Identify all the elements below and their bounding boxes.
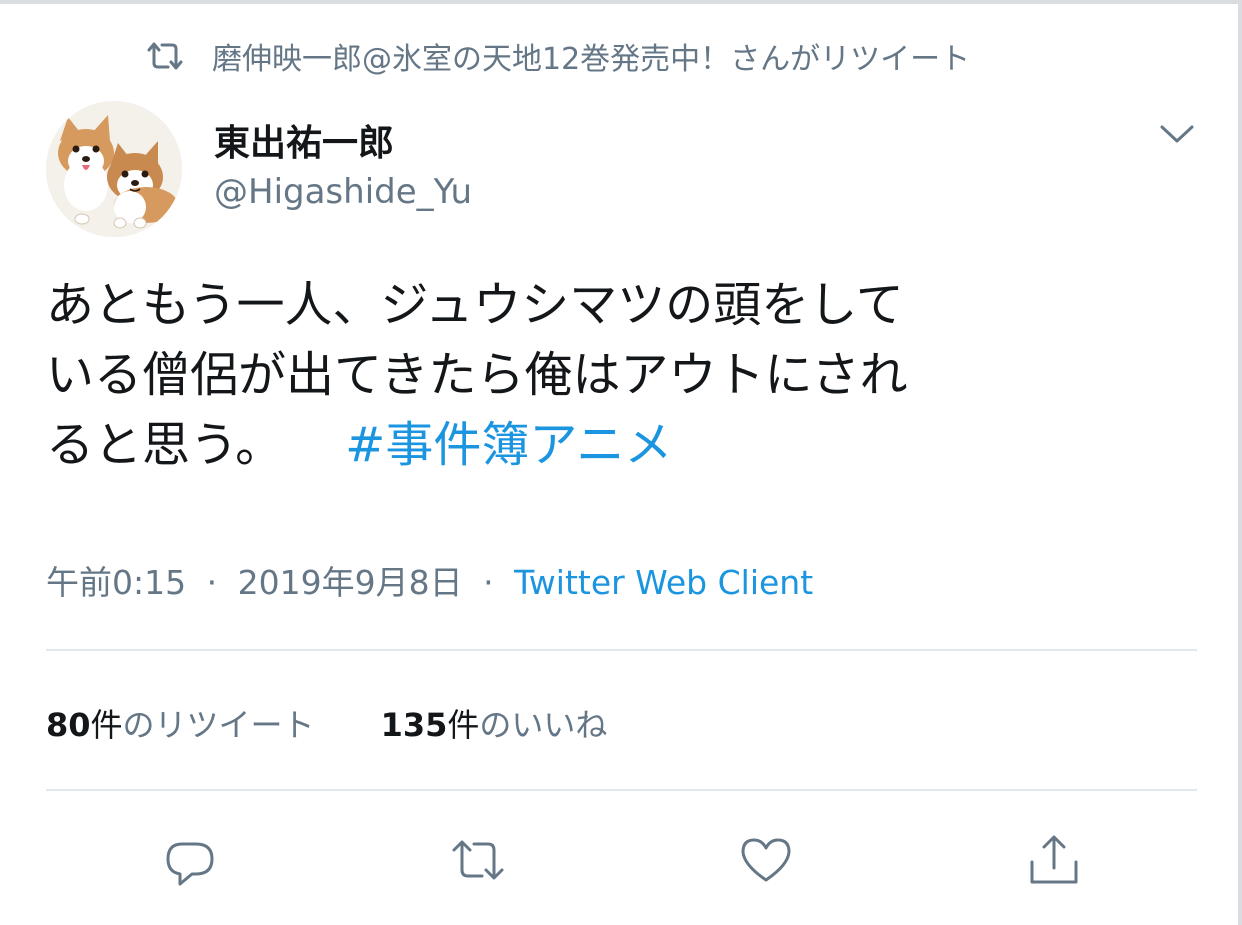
share-button[interactable] (1026, 832, 1082, 888)
like-button[interactable] (738, 832, 794, 888)
tweet-text-line: あともう一人、ジュウシマツの頭をして (46, 277, 904, 333)
meta-separator: · (483, 563, 494, 602)
tweet-text-line-tail: ると思う。 (46, 417, 284, 473)
like-count-link[interactable]: 135 件のいいね (381, 700, 608, 746)
tweet-date: 2019年9月8日 (237, 563, 463, 602)
retweet-icon (146, 41, 184, 71)
avatar-corgi-dogs-image (46, 101, 182, 237)
tweet-text: あともう一人、ジュウシマツの頭をして いる僧侶が出てきたら俺はアウトにされ ると… (46, 270, 1206, 480)
retweet-context-text: 磨伸映一郎@氷室の天地12巻発売中！さんがリツイート (212, 42, 971, 77)
reply-button[interactable] (162, 832, 218, 888)
hashtag-link[interactable]: #事件簿アニメ (345, 417, 672, 473)
reply-icon (166, 842, 214, 886)
tweet-text-line: いる僧侶が出てきたら俺はアウトにされ (46, 347, 908, 403)
divider (46, 789, 1197, 791)
tweet-stats: 80 件のリツイート 135 件のいいね (46, 700, 607, 746)
tweet-meta: 午前0:15 · 2019年9月8日 · Twitter Web Client (46, 556, 813, 604)
window-top-border (0, 0, 1242, 4)
retweet-context[interactable]: 磨伸映一郎@氷室の天地12巻発売中！さんがリツイート (146, 34, 970, 78)
retweet-count-unit: 件 (90, 706, 123, 744)
avatar[interactable] (46, 101, 182, 237)
window-right-border (1238, 0, 1242, 925)
retweet-button[interactable] (450, 832, 506, 888)
author-handle[interactable]: @Higashide_Yu (214, 172, 472, 212)
divider (46, 649, 1197, 651)
retweet-count: 80 (46, 706, 91, 744)
like-icon (741, 838, 791, 882)
like-count-unit: 件 (447, 706, 480, 744)
tweet-client-link[interactable]: Twitter Web Client (514, 563, 813, 602)
retweet-icon (452, 840, 504, 880)
author-name[interactable]: 東出祐一郎 (214, 114, 394, 166)
chevron-down-icon[interactable] (1156, 118, 1198, 150)
meta-separator: · (206, 563, 218, 602)
tweet-time: 午前0:15 (46, 563, 187, 602)
like-count: 135 (380, 706, 448, 744)
retweet-count-link[interactable]: 80 件のリツイート (46, 700, 315, 746)
tweet-text-line-last: ると思う。 #事件簿アニメ (46, 410, 1206, 480)
retweet-count-label: のリツイート (122, 706, 315, 744)
like-count-label: のいいね (479, 706, 608, 744)
share-icon (1030, 835, 1078, 884)
